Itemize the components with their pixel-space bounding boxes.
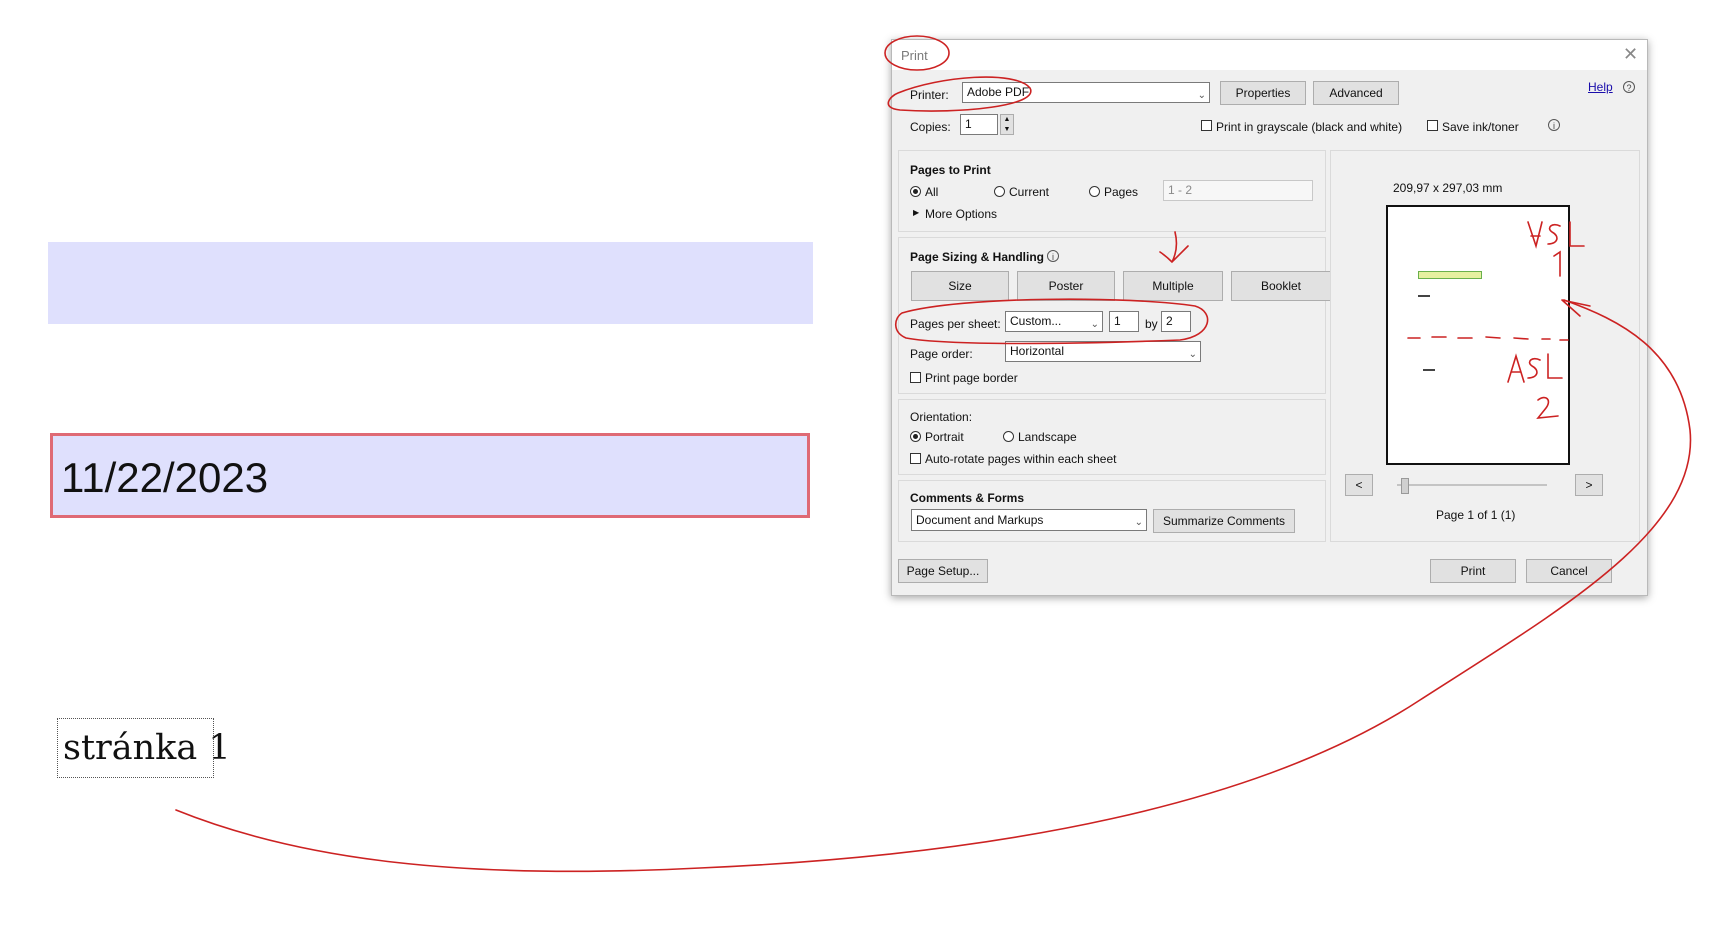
date-field[interactable]: 11/22/2023 xyxy=(50,433,810,518)
more-options-link[interactable]: More Options xyxy=(925,207,997,221)
preview-text-mark xyxy=(1418,295,1430,297)
landscape-label: Landscape xyxy=(1018,430,1077,444)
preview-highlight xyxy=(1418,271,1482,279)
info-icon[interactable]: i xyxy=(1047,250,1059,262)
columns-input[interactable]: 1 xyxy=(1109,311,1139,332)
printer-label: Printer: xyxy=(910,88,949,102)
preview-page xyxy=(1386,205,1570,465)
pages-per-sheet-label: Pages per sheet: xyxy=(910,317,1001,331)
close-icon[interactable]: ✕ xyxy=(1623,44,1638,65)
chevron-down-icon: ⌄ xyxy=(1188,349,1197,360)
auto-rotate-label: Auto-rotate pages within each sheet xyxy=(925,452,1117,466)
multiple-button[interactable]: Multiple xyxy=(1123,271,1223,301)
info-icon[interactable]: i xyxy=(1548,119,1560,131)
pages-per-sheet-select[interactable]: Custom... ⌄ xyxy=(1005,311,1103,332)
copies-input[interactable]: 1 xyxy=(960,114,998,135)
comments-heading: Comments & Forms xyxy=(910,491,1025,505)
dialog-title: Print xyxy=(901,48,928,63)
cancel-button[interactable]: Cancel xyxy=(1526,559,1612,583)
printer-select[interactable]: Adobe PDF ⌄ xyxy=(962,82,1210,103)
pages-per-sheet-value: Custom... xyxy=(1010,314,1062,328)
pages-label: Pages xyxy=(1104,185,1139,199)
prev-page-button[interactable]: < xyxy=(1345,474,1373,496)
preview-text-mark xyxy=(1423,369,1435,371)
help-icon[interactable]: ? xyxy=(1623,81,1635,93)
comments-select[interactable]: Document and Markups ⌄ xyxy=(911,509,1147,531)
print-border-checkbox[interactable] xyxy=(910,372,921,383)
dialog-titlebar: Print ✕ xyxy=(892,40,1647,70)
properties-button[interactable]: Properties xyxy=(1220,81,1306,105)
grayscale-label: Print in grayscale (black and white) xyxy=(1216,120,1403,134)
print-border-label: Print page border xyxy=(925,371,1018,385)
by-label: by xyxy=(1145,317,1158,331)
page-sizing-heading: Page Sizing & Handling xyxy=(910,250,1045,264)
pages-radio[interactable] xyxy=(1089,186,1100,197)
advanced-button[interactable]: Advanced xyxy=(1313,81,1399,105)
poster-button[interactable]: Poster xyxy=(1017,271,1115,301)
next-page-button[interactable]: > xyxy=(1575,474,1603,496)
chevron-down-icon: ⌄ xyxy=(1197,90,1206,101)
preview-page-info: Page 1 of 1 (1) xyxy=(1436,508,1516,522)
save-ink-checkbox[interactable] xyxy=(1427,120,1438,131)
copies-label: Copies: xyxy=(910,120,951,134)
page-label: stránka 1 xyxy=(57,718,231,778)
orientation-panel: Orientation: Portrait Landscape Auto-rot… xyxy=(898,399,1326,475)
pages-to-print-panel: Pages to Print All Current Pages 1 - 2 ▶… xyxy=(898,150,1326,232)
highlight-band xyxy=(48,242,813,324)
preview-slider-track[interactable] xyxy=(1397,484,1547,486)
auto-rotate-checkbox[interactable] xyxy=(910,453,921,464)
page-order-label: Page order: xyxy=(910,347,973,361)
print-dialog: Print ✕ Printer: Adobe PDF ⌄ Properties … xyxy=(891,39,1648,596)
expand-arrow-icon[interactable]: ▶ xyxy=(913,208,919,217)
chevron-down-icon: ⌄ xyxy=(1090,319,1099,330)
page-order-select[interactable]: Horizontal ⌄ xyxy=(1005,341,1201,362)
page-setup-button[interactable]: Page Setup... xyxy=(898,559,988,583)
booklet-button[interactable]: Booklet xyxy=(1231,271,1331,301)
size-button[interactable]: Size xyxy=(911,271,1009,301)
save-ink-label: Save ink/toner xyxy=(1442,120,1519,134)
help-link[interactable]: Help xyxy=(1588,80,1613,94)
portrait-label: Portrait xyxy=(925,430,964,444)
current-radio[interactable] xyxy=(994,186,1005,197)
print-button[interactable]: Print xyxy=(1430,559,1516,583)
page-range-input[interactable]: 1 - 2 xyxy=(1163,180,1313,201)
printer-value: Adobe PDF xyxy=(967,85,1030,99)
portrait-radio[interactable] xyxy=(910,431,921,442)
page-order-value: Horizontal xyxy=(1010,344,1065,358)
summarize-comments-button[interactable]: Summarize Comments xyxy=(1153,509,1295,533)
preview-slider-thumb[interactable] xyxy=(1401,478,1409,494)
date-value: 11/22/2023 xyxy=(61,454,269,501)
comments-panel: Comments & Forms Document and Markups ⌄ … xyxy=(898,480,1326,542)
comments-value: Document and Markups xyxy=(916,513,1044,527)
pages-to-print-heading: Pages to Print xyxy=(910,163,991,177)
grayscale-checkbox[interactable] xyxy=(1201,120,1212,131)
preview-panel: 209,97 x 297,03 mm < > Page 1 of 1 (1) xyxy=(1330,150,1640,542)
landscape-radio[interactable] xyxy=(1003,431,1014,442)
current-label: Current xyxy=(1009,185,1050,199)
chevron-down-icon: ⌄ xyxy=(1134,517,1143,528)
page-sizing-panel: Page Sizing & Handling i Size Poster Mul… xyxy=(898,237,1331,394)
all-label: All xyxy=(925,185,939,199)
all-radio[interactable] xyxy=(910,186,921,197)
preview-dimensions: 209,97 x 297,03 mm xyxy=(1393,181,1503,195)
rows-input[interactable]: 2 xyxy=(1161,311,1191,332)
copies-stepper[interactable]: ▲ ▼ xyxy=(1000,114,1014,135)
orientation-heading: Orientation: xyxy=(910,410,973,424)
